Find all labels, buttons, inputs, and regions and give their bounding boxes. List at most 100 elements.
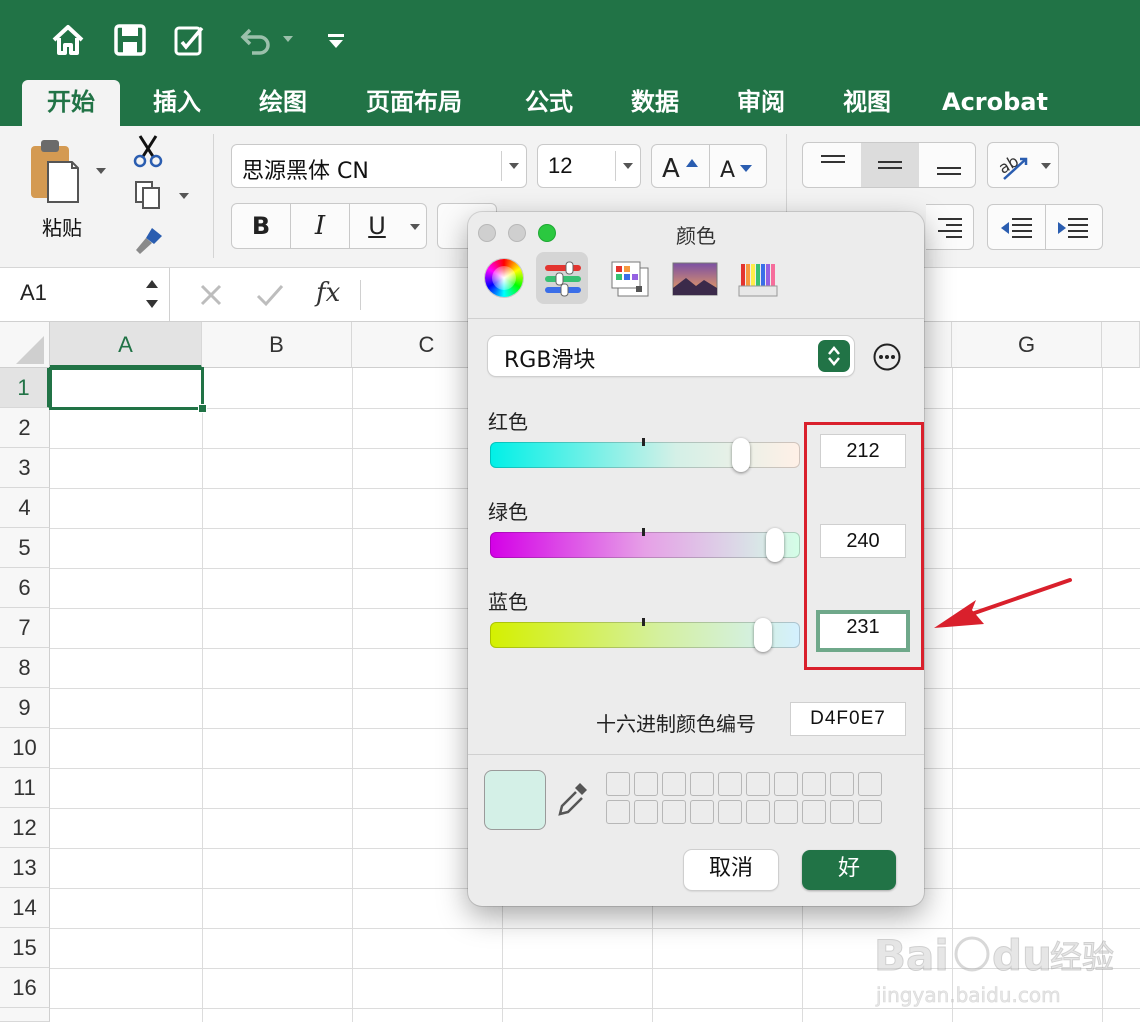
blue-slider[interactable]: [490, 618, 800, 652]
row-header[interactable]: 3: [0, 448, 50, 488]
color-wheel-tab[interactable]: [478, 252, 530, 304]
tab-home[interactable]: 开始: [22, 80, 120, 126]
color-swatch[interactable]: [718, 772, 742, 796]
hex-value-field[interactable]: D4F0E7: [790, 702, 906, 736]
align-bottom-icon[interactable]: [937, 165, 961, 179]
row-header[interactable]: 13: [0, 848, 50, 888]
decrease-indent-icon[interactable]: [1000, 217, 1034, 239]
color-swatch[interactable]: [634, 772, 658, 796]
underline-button[interactable]: U: [350, 204, 404, 248]
row-header[interactable]: 4: [0, 488, 50, 528]
image-palettes-tab[interactable]: [668, 252, 720, 304]
increase-indent-icon[interactable]: [1056, 217, 1090, 239]
color-swatch[interactable]: [690, 800, 714, 824]
ok-button[interactable]: 好: [802, 850, 896, 890]
font-name-select[interactable]: 思源黑体 CN: [231, 144, 527, 188]
select-all-corner[interactable]: [0, 322, 50, 368]
eyedropper-icon[interactable]: [556, 780, 590, 818]
cut-icon[interactable]: [132, 134, 164, 168]
green-slider-knob[interactable]: [766, 528, 784, 562]
color-swatch[interactable]: [802, 800, 826, 824]
slider-mode-select[interactable]: RGB滑块: [488, 336, 854, 376]
tab-review[interactable]: 审阅: [716, 80, 806, 126]
row-header[interactable]: 16: [0, 968, 50, 1008]
row-header[interactable]: 5: [0, 528, 50, 568]
italic-button[interactable]: I: [291, 204, 349, 248]
bold-button[interactable]: B: [232, 204, 290, 248]
row-header[interactable]: 1: [0, 368, 50, 408]
color-swatch[interactable]: [830, 800, 854, 824]
undo-icon[interactable]: [238, 22, 274, 58]
customize-icon[interactable]: [326, 32, 346, 50]
column-header[interactable]: G: [952, 322, 1102, 368]
row-header[interactable]: 12: [0, 808, 50, 848]
insert-function-button[interactable]: fx: [316, 278, 340, 308]
current-color-preview[interactable]: [484, 770, 546, 830]
tab-acrobat[interactable]: Acrobat: [932, 80, 1058, 126]
increase-font-icon[interactable]: A: [660, 153, 704, 181]
copy-dropdown-icon[interactable]: [178, 191, 190, 201]
cancel-entry-icon[interactable]: [198, 282, 224, 308]
tab-formulas[interactable]: 公式: [504, 80, 594, 126]
green-slider[interactable]: [490, 528, 800, 562]
color-swatch[interactable]: [662, 772, 686, 796]
color-swatch[interactable]: [690, 772, 714, 796]
underline-dropdown-icon[interactable]: [409, 222, 421, 232]
color-swatch[interactable]: [746, 800, 770, 824]
color-swatch[interactable]: [802, 772, 826, 796]
color-swatch[interactable]: [606, 772, 630, 796]
confirm-entry-icon[interactable]: [255, 282, 285, 308]
row-header[interactable]: 14: [0, 888, 50, 928]
tab-page-layout[interactable]: 页面布局: [344, 80, 484, 126]
decrease-font-icon[interactable]: A: [718, 155, 762, 181]
row-header[interactable]: [0, 1008, 50, 1022]
pencils-tab[interactable]: [732, 252, 784, 304]
undo-dropdown-icon[interactable]: [282, 34, 294, 44]
column-header[interactable]: B: [202, 322, 352, 368]
row-header[interactable]: 8: [0, 648, 50, 688]
row-header[interactable]: 6: [0, 568, 50, 608]
color-swatch[interactable]: [774, 772, 798, 796]
color-swatch[interactable]: [718, 800, 742, 824]
column-header[interactable]: A: [50, 322, 202, 368]
home-icon[interactable]: [50, 22, 86, 58]
color-swatch[interactable]: [774, 800, 798, 824]
color-swatch[interactable]: [662, 800, 686, 824]
red-slider[interactable]: [490, 438, 800, 472]
row-header[interactable]: 15: [0, 928, 50, 968]
paste-dropdown-icon[interactable]: [95, 166, 107, 176]
edit-icon[interactable]: [172, 22, 208, 58]
color-swatch[interactable]: [606, 800, 630, 824]
cancel-button[interactable]: 取消: [684, 850, 778, 890]
column-header[interactable]: [1102, 322, 1140, 368]
color-swatch[interactable]: [830, 772, 854, 796]
copy-icon[interactable]: [134, 180, 162, 210]
more-options-icon[interactable]: [872, 342, 902, 372]
orientation-button[interactable]: ab: [987, 142, 1059, 188]
row-header[interactable]: 2: [0, 408, 50, 448]
format-painter-icon[interactable]: [132, 226, 166, 256]
align-top-icon[interactable]: [821, 153, 845, 167]
color-palettes-tab[interactable]: [604, 252, 656, 304]
color-swatch[interactable]: [634, 800, 658, 824]
font-size-select[interactable]: 12: [537, 144, 641, 188]
tab-view[interactable]: 视图: [822, 80, 912, 126]
active-cell-a1[interactable]: [49, 367, 204, 410]
name-box[interactable]: A1: [0, 268, 170, 321]
save-icon[interactable]: [112, 22, 148, 58]
row-header[interactable]: 11: [0, 768, 50, 808]
red-slider-knob[interactable]: [732, 438, 750, 472]
row-header[interactable]: 7: [0, 608, 50, 648]
tab-draw[interactable]: 绘图: [238, 80, 328, 126]
tab-data[interactable]: 数据: [610, 80, 700, 126]
color-swatch[interactable]: [746, 772, 770, 796]
color-sliders-tab[interactable]: [536, 252, 588, 304]
row-header[interactable]: 10: [0, 728, 50, 768]
paste-icon[interactable]: [28, 138, 80, 204]
color-swatch[interactable]: [858, 772, 882, 796]
name-box-stepper-icon[interactable]: [144, 276, 160, 312]
blue-slider-knob[interactable]: [754, 618, 772, 652]
align-right-button[interactable]: [926, 204, 974, 250]
color-swatch[interactable]: [858, 800, 882, 824]
fill-handle[interactable]: [198, 404, 207, 413]
